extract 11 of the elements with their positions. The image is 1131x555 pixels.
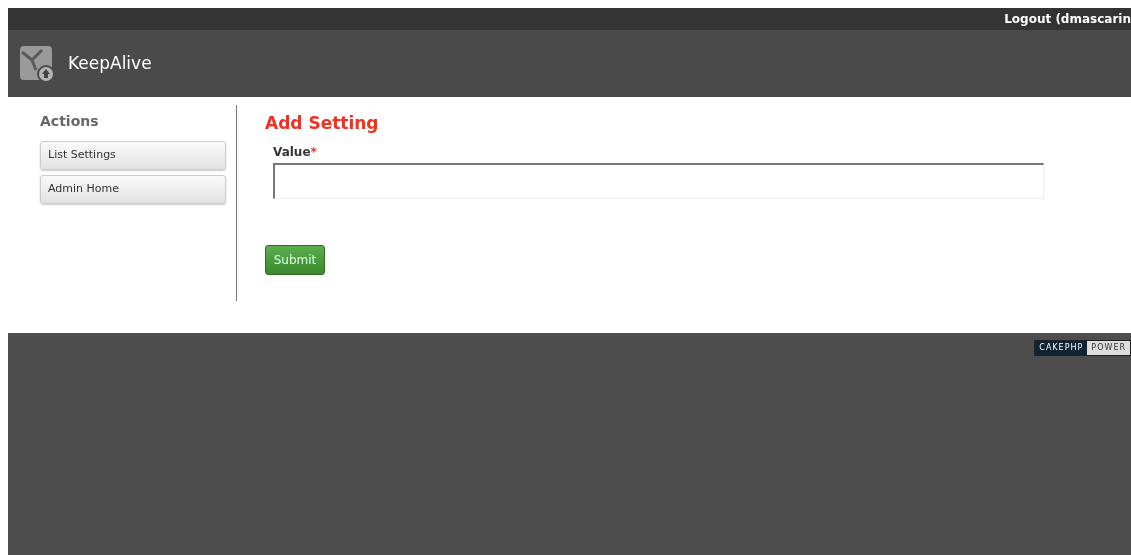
field-label: Value bbox=[273, 143, 311, 161]
badge-right: POWER bbox=[1087, 341, 1130, 355]
app-title: KeepAlive bbox=[68, 51, 152, 75]
sidebar-button[interactable]: Admin Home bbox=[40, 175, 226, 204]
value-input[interactable] bbox=[273, 162, 1044, 199]
sidebar-button[interactable]: List Settings bbox=[40, 141, 226, 170]
logout-link[interactable]: Logout (dmascarin bbox=[1004, 10, 1131, 28]
required-mark: * bbox=[310, 143, 317, 161]
badge-left: CAKEPHP bbox=[1035, 341, 1088, 355]
form-title: Add Setting bbox=[265, 112, 380, 135]
sidebar-heading: Actions bbox=[40, 112, 100, 131]
